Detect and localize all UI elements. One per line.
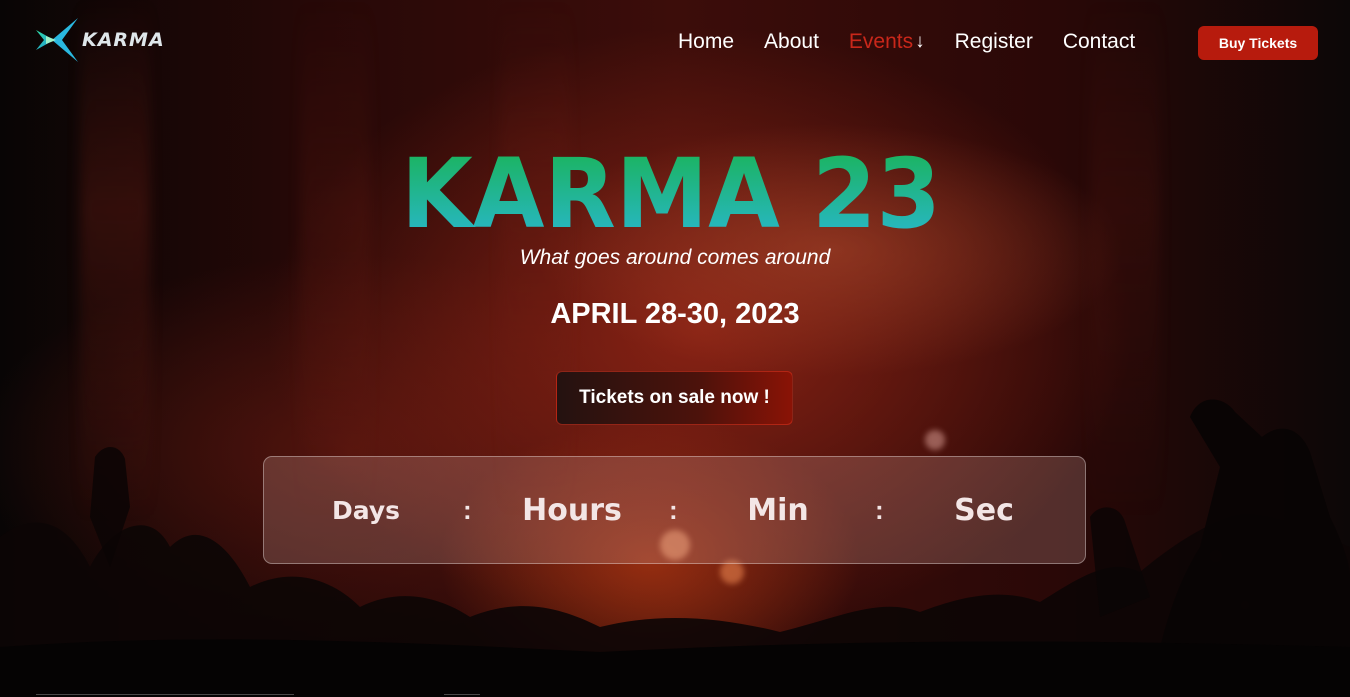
countdown-separator: : — [463, 494, 472, 525]
countdown-hours-label: Hours — [522, 492, 622, 528]
nav-item-events[interactable]: Events ↓ — [849, 30, 925, 54]
hero-section: KARMA Home About Events ↓ Register Conta… — [0, 0, 1350, 697]
nav-item-contact[interactable]: Contact — [1063, 30, 1135, 54]
countdown-min-label: Min — [747, 492, 809, 528]
nav-item-home[interactable]: Home — [678, 30, 734, 54]
countdown-days-label: Days — [331, 495, 401, 525]
arrow-down-icon: ↓ — [915, 31, 925, 52]
countdown-separator: : — [875, 494, 884, 525]
nav-item-register[interactable]: Register — [955, 30, 1033, 54]
main-nav: Home About Events ↓ Register Contact — [678, 28, 1165, 56]
event-date: APRIL 28-30, 2023 — [550, 298, 800, 330]
nav-item-about[interactable]: About — [764, 30, 819, 54]
buy-tickets-button[interactable]: Buy Tickets — [1198, 26, 1318, 60]
event-title: KARMA 23 — [401, 138, 941, 240]
brand-logo[interactable]: KARMA — [32, 16, 165, 64]
countdown-box: Days : Hours : Min : Sec — [263, 456, 1086, 564]
bottom-divider — [444, 694, 480, 695]
logo-text: KARMA — [82, 29, 165, 51]
nav-item-events-label: Events — [848, 30, 914, 53]
event-title-text: KARMA 23 — [401, 138, 941, 240]
countdown-sec-label: Sec — [954, 492, 1014, 528]
countdown-separator: : — [669, 494, 678, 525]
logo-mark-icon — [36, 18, 78, 62]
bottom-divider — [36, 694, 294, 695]
tickets-on-sale-button[interactable]: Tickets on sale now ! — [556, 371, 793, 425]
tagline: What goes around comes around — [519, 246, 831, 269]
